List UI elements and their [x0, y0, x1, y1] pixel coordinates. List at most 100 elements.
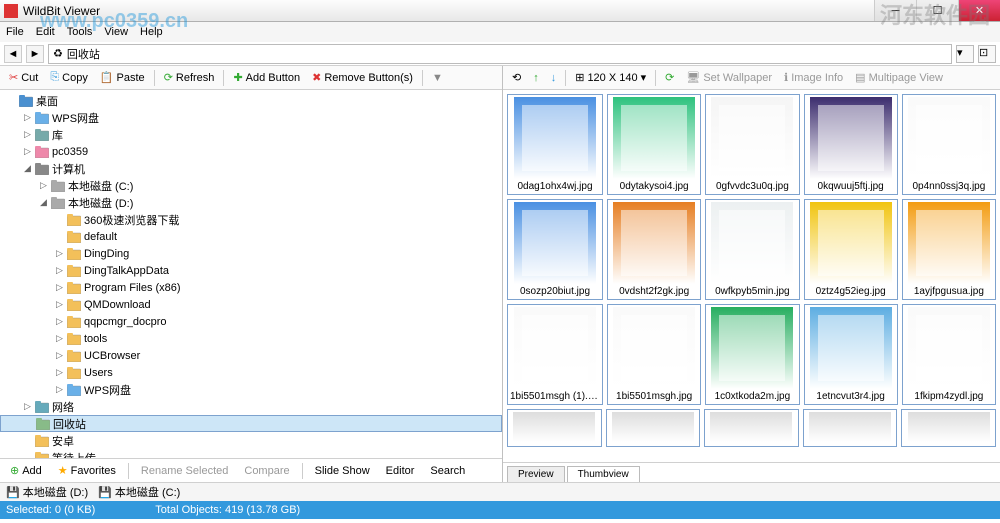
thumbnail-area[interactable]: 0dag1ohx4wj.jpg0dytakysoi4.jpg0gfvvdc3u0… [503, 90, 1000, 462]
thumbnail[interactable]: 1fkipm4zydl.jpg [902, 304, 996, 405]
expander-icon[interactable]: ▷ [54, 384, 65, 395]
tree-item[interactable]: ▷WPS网盘 [0, 109, 502, 126]
drive-c-button[interactable]: 💾 本地磁盘 (C:) [98, 484, 180, 500]
expander-icon[interactable]: ▷ [38, 180, 49, 191]
slideshow-button[interactable]: Slide Show [309, 463, 376, 479]
expander-icon[interactable]: ▷ [22, 401, 33, 412]
thumbnail[interactable] [704, 409, 799, 447]
tree-item[interactable]: ▷WPS网盘 [0, 381, 502, 398]
tree-item[interactable]: ▷tools [0, 330, 502, 347]
address-dropdown[interactable]: ▾ [956, 45, 974, 63]
paste-button[interactable]: 📋Paste [95, 69, 150, 86]
nav-forward-button[interactable]: ► [26, 45, 44, 63]
drive-d-button[interactable]: 💾 本地磁盘 (D:) [6, 484, 88, 500]
copy-button[interactable]: ⎘Copy [45, 69, 93, 86]
tab-preview[interactable]: Preview [507, 466, 565, 482]
expander-icon[interactable]: ◢ [22, 163, 33, 174]
filter-button[interactable]: ▼ [427, 70, 448, 86]
add-button[interactable]: ⊕Add [4, 462, 48, 479]
thumbnail[interactable]: 0dag1ohx4wj.jpg [507, 94, 603, 195]
thumbnail[interactable]: 0sozp20biut.jpg [507, 199, 603, 300]
expander-icon[interactable]: ▷ [54, 299, 65, 310]
thumbnail[interactable]: 1ayjfpgusua.jpg [902, 199, 996, 300]
tree-item[interactable]: 安卓 [0, 432, 502, 449]
menu-file[interactable]: File [6, 26, 24, 38]
expander-icon[interactable]: ▷ [54, 265, 65, 276]
thumbnail[interactable] [606, 409, 701, 447]
tree-item[interactable]: ▷DingTalkAppData [0, 262, 502, 279]
compare-button[interactable]: Compare [238, 463, 295, 479]
expander-icon[interactable]: ▷ [54, 333, 65, 344]
expander-icon[interactable]: ▷ [22, 112, 33, 123]
thumbnail[interactable]: 1bi5501msgh.jpg [607, 304, 701, 405]
tree-item[interactable]: 等待上传 [0, 449, 502, 458]
tree-item[interactable]: ▷pc0359 [0, 143, 502, 160]
thumbnail[interactable]: 0kqwuuj5ftj.jpg [804, 94, 898, 195]
thumbnail[interactable]: 0p4nn0ssj3q.jpg [902, 94, 996, 195]
set-wallpaper-button[interactable]: 🖥 Set Wallpaper [681, 69, 777, 86]
menu-edit[interactable]: Edit [36, 26, 55, 38]
tree-item[interactable]: 360极速浏览器下载 [0, 211, 502, 228]
expander-icon[interactable] [22, 435, 33, 446]
minimize-button[interactable]: ─ [874, 0, 916, 21]
expander-icon[interactable]: ▷ [54, 248, 65, 259]
tree-item[interactable]: 桌面 [0, 92, 502, 109]
multipage-button[interactable]: ▤ Multipage View [850, 69, 948, 86]
thumbnail[interactable]: 1bi5501msgh (1).jpg [507, 304, 603, 405]
thumbnail[interactable]: 0vdsht2f2gk.jpg [607, 199, 701, 300]
menu-help[interactable]: Help [140, 26, 163, 38]
menu-view[interactable]: View [104, 26, 128, 38]
add-button-button[interactable]: ✚Add Button [228, 69, 305, 86]
tree-item[interactable]: ▷UCBrowser [0, 347, 502, 364]
thumbnail[interactable] [803, 409, 898, 447]
expander-icon[interactable]: ▷ [54, 316, 65, 327]
nav-back-button[interactable]: ◄ [4, 45, 22, 63]
tree-item[interactable]: 回收站 [0, 415, 502, 432]
maximize-button[interactable]: ☐ [916, 0, 958, 21]
editor-button[interactable]: Editor [380, 463, 421, 479]
tree-item[interactable]: ▷DingDing [0, 245, 502, 262]
down-arrow-button[interactable]: ↓ [546, 70, 562, 86]
address-action[interactable]: ⊡ [978, 45, 996, 63]
thumbnail[interactable]: 0ztz4g52ieg.jpg [804, 199, 898, 300]
close-button[interactable]: ✕ [958, 0, 1000, 21]
tree-item[interactable]: ▷Users [0, 364, 502, 381]
thumbnail[interactable] [507, 409, 602, 447]
thumbnail[interactable] [901, 409, 996, 447]
expander-icon[interactable]: ▷ [54, 282, 65, 293]
thumb-size-selector[interactable]: ⊞ 120 X 140 ▾ [570, 69, 651, 86]
thumbnail[interactable]: 0wfkpyb5min.jpg [705, 199, 799, 300]
refresh-thumbs-button[interactable]: ⟳ [660, 69, 679, 86]
expander-icon[interactable] [54, 214, 65, 225]
expander-icon[interactable]: ▷ [22, 146, 33, 157]
tree-item[interactable]: ▷本地磁盘 (C:) [0, 177, 502, 194]
tree-item[interactable]: ▷qqpcmgr_docpro [0, 313, 502, 330]
rename-button[interactable]: Rename Selected [135, 463, 234, 479]
cut-button[interactable]: ✂Cut [4, 69, 43, 86]
tree-item[interactable]: ◢计算机 [0, 160, 502, 177]
expander-icon[interactable] [6, 95, 17, 106]
tree-item[interactable]: ▷网络 [0, 398, 502, 415]
refresh-button[interactable]: ⟳Refresh [159, 69, 220, 86]
thumbnail[interactable]: 1c0xtkoda2m.jpg [705, 304, 799, 405]
search-button[interactable]: Search [424, 463, 471, 479]
expander-icon[interactable]: ▷ [22, 129, 33, 140]
tree-item[interactable]: default [0, 228, 502, 245]
tree-item[interactable]: ◢本地磁盘 (D:) [0, 194, 502, 211]
expander-icon[interactable] [54, 231, 65, 242]
tree-item[interactable]: ▷Program Files (x86) [0, 279, 502, 296]
tree-item[interactable]: ▷QMDownload [0, 296, 502, 313]
tab-thumbview[interactable]: Thumbview [567, 466, 640, 482]
image-info-button[interactable]: ℹ Image Info [779, 69, 848, 86]
favorites-button[interactable]: ★Favorites [52, 462, 122, 479]
address-input[interactable]: ♻ 回收站 [48, 44, 952, 64]
expander-icon[interactable]: ◢ [38, 197, 49, 208]
thumbnail[interactable]: 0gfvvdc3u0q.jpg [705, 94, 799, 195]
rotate-button[interactable]: ⟲ [507, 69, 526, 86]
menu-tools[interactable]: Tools [67, 26, 93, 38]
tree-item[interactable]: ▷库 [0, 126, 502, 143]
folder-tree[interactable]: 桌面▷WPS网盘▷库▷pc0359◢计算机▷本地磁盘 (C:)◢本地磁盘 (D:… [0, 90, 502, 458]
thumbnail[interactable]: 0dytakysoi4.jpg [607, 94, 701, 195]
thumbnail[interactable]: 1etncvut3r4.jpg [804, 304, 898, 405]
expander-icon[interactable]: ▷ [54, 367, 65, 378]
